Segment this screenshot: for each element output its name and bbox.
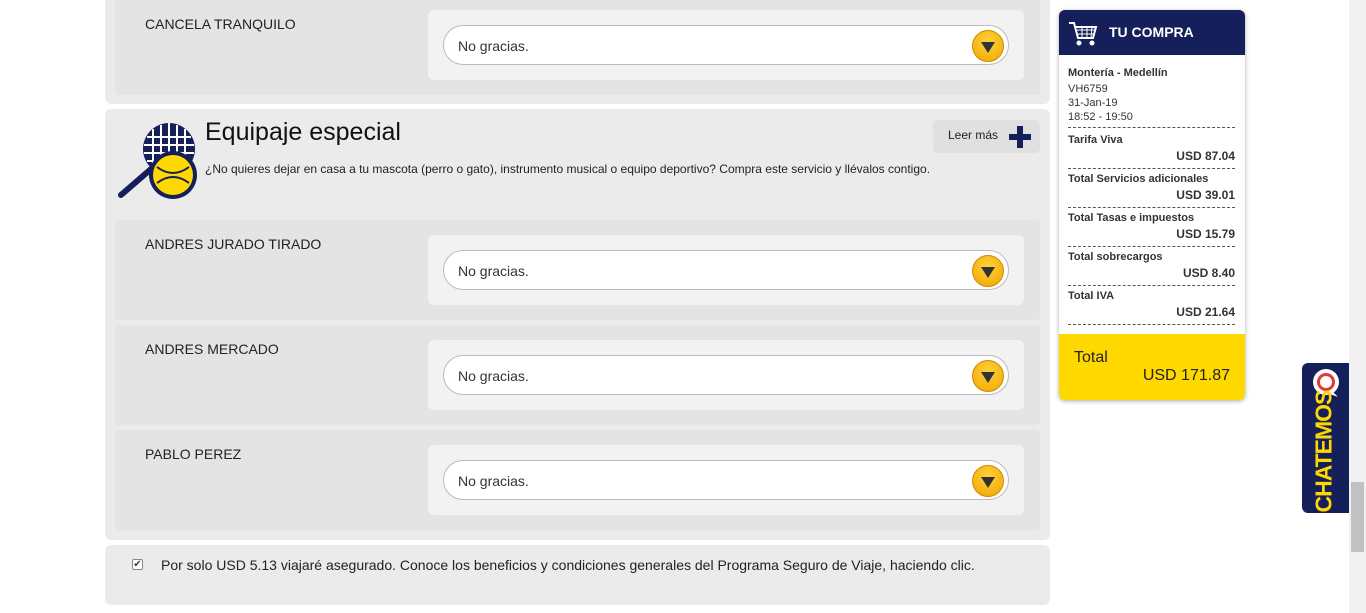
passenger-row: ANDRES MERCADO No gracias. <box>115 325 1040 425</box>
divider <box>1068 127 1235 128</box>
passenger-name: ANDRES JURADO TIRADO <box>145 236 322 252</box>
chat-label: CHATEMOS <box>1310 390 1337 513</box>
equipaje-select-3[interactable]: No gracias. <box>443 460 1009 500</box>
page: CANCELA TRANQUILO No gracias. Equipaje e… <box>0 0 1366 613</box>
total-value: USD 171.87 <box>1142 367 1230 384</box>
select-value: No gracias. <box>458 38 529 54</box>
total-label: Total <box>1074 349 1108 366</box>
summary-title: TU COMPRA <box>1109 24 1194 40</box>
line-label: Tarifa Viva <box>1068 134 1123 146</box>
purchase-summary: TU COMPRA Montería - Medellín VH6759 31-… <box>1059 10 1245 400</box>
passenger-name: PABLO PEREZ <box>145 446 242 462</box>
select-value: No gracias. <box>458 473 529 489</box>
read-more-label: Leer más <box>948 128 999 142</box>
shopping-cart-icon <box>1069 22 1098 46</box>
flight-number: VH6759 <box>1068 83 1108 95</box>
select-container: No gracias. <box>428 445 1024 515</box>
line-label: Total sobrecargos <box>1068 251 1163 263</box>
section-description: ¿No quieres dejar en casa a tu mascota (… <box>205 162 931 176</box>
select-value: No gracias. <box>458 368 529 384</box>
line-amount: USD 87.04 <box>1176 149 1235 163</box>
chevron-down-icon[interactable] <box>972 360 1004 392</box>
insurance-checkbox[interactable]: ✔ <box>132 559 143 570</box>
plus-icon <box>1009 126 1031 148</box>
section-title: Equipaje especial <box>205 118 401 146</box>
line-amount: USD 8.40 <box>1182 266 1235 280</box>
summary-body: Montería - Medellín VH6759 31-Jan-19 18:… <box>1068 67 1235 325</box>
line-label: Total Tasas e impuestos <box>1068 212 1195 224</box>
flight-route: Montería - Medellín <box>1068 67 1168 79</box>
line-amount: USD 39.01 <box>1176 188 1235 202</box>
tennis-racket-icon <box>118 123 197 199</box>
read-more-button[interactable]: Leer más <box>933 120 1040 153</box>
select-container: No gracias. <box>428 235 1024 305</box>
cancela-tranquilo-row: CANCELA TRANQUILO No gracias. <box>115 0 1040 95</box>
summary-total: Total USD 171.87 <box>1059 334 1245 400</box>
select-container: No gracias. <box>428 340 1024 410</box>
passenger-row: PABLO PEREZ No gracias. <box>115 430 1040 530</box>
chevron-down-icon[interactable] <box>972 255 1004 287</box>
line-label: Total IVA <box>1068 290 1115 302</box>
scrollbar-thumb[interactable] <box>1351 482 1364 552</box>
summary-line: Total IVA USD 21.64 <box>1068 286 1235 325</box>
passenger-row: ANDRES JURADO TIRADO No gracias. <box>115 220 1040 320</box>
summary-line: Tarifa Viva USD 87.04 <box>1068 130 1235 169</box>
cancela-tranquilo-select[interactable]: No gracias. <box>443 25 1009 65</box>
line-amount: USD 21.64 <box>1176 305 1235 319</box>
chevron-down-icon[interactable] <box>972 465 1004 497</box>
summary-header: TU COMPRA <box>1059 10 1245 55</box>
select-container: No gracias. <box>428 10 1024 80</box>
summary-line: Total Servicios adicionales USD 39.01 <box>1068 169 1235 208</box>
summary-line: Total Tasas e impuestos USD 15.79 <box>1068 208 1235 247</box>
summary-line: Total sobrecargos USD 8.40 <box>1068 247 1235 286</box>
scrollbar[interactable] <box>1349 0 1366 613</box>
equipaje-select-2[interactable]: No gracias. <box>443 355 1009 395</box>
chevron-down-icon[interactable] <box>972 30 1004 62</box>
equipaje-select-1[interactable]: No gracias. <box>443 250 1009 290</box>
select-value: No gracias. <box>458 263 529 279</box>
line-amount: USD 15.79 <box>1176 227 1235 241</box>
chat-widget-button[interactable]: CHATEMOS <box>1302 363 1349 513</box>
line-label: Total Servicios adicionales <box>1068 173 1209 185</box>
flight-date: 31-Jan-19 <box>1068 97 1118 109</box>
passenger-name: CANCELA TRANQUILO <box>145 16 296 32</box>
insurance-text[interactable]: Por solo USD 5.13 viajaré asegurado. Con… <box>161 557 975 573</box>
passenger-name: ANDRES MERCADO <box>145 341 279 357</box>
insurance-section <box>105 545 1050 605</box>
flight-time: 18:52 - 19:50 <box>1068 111 1133 123</box>
